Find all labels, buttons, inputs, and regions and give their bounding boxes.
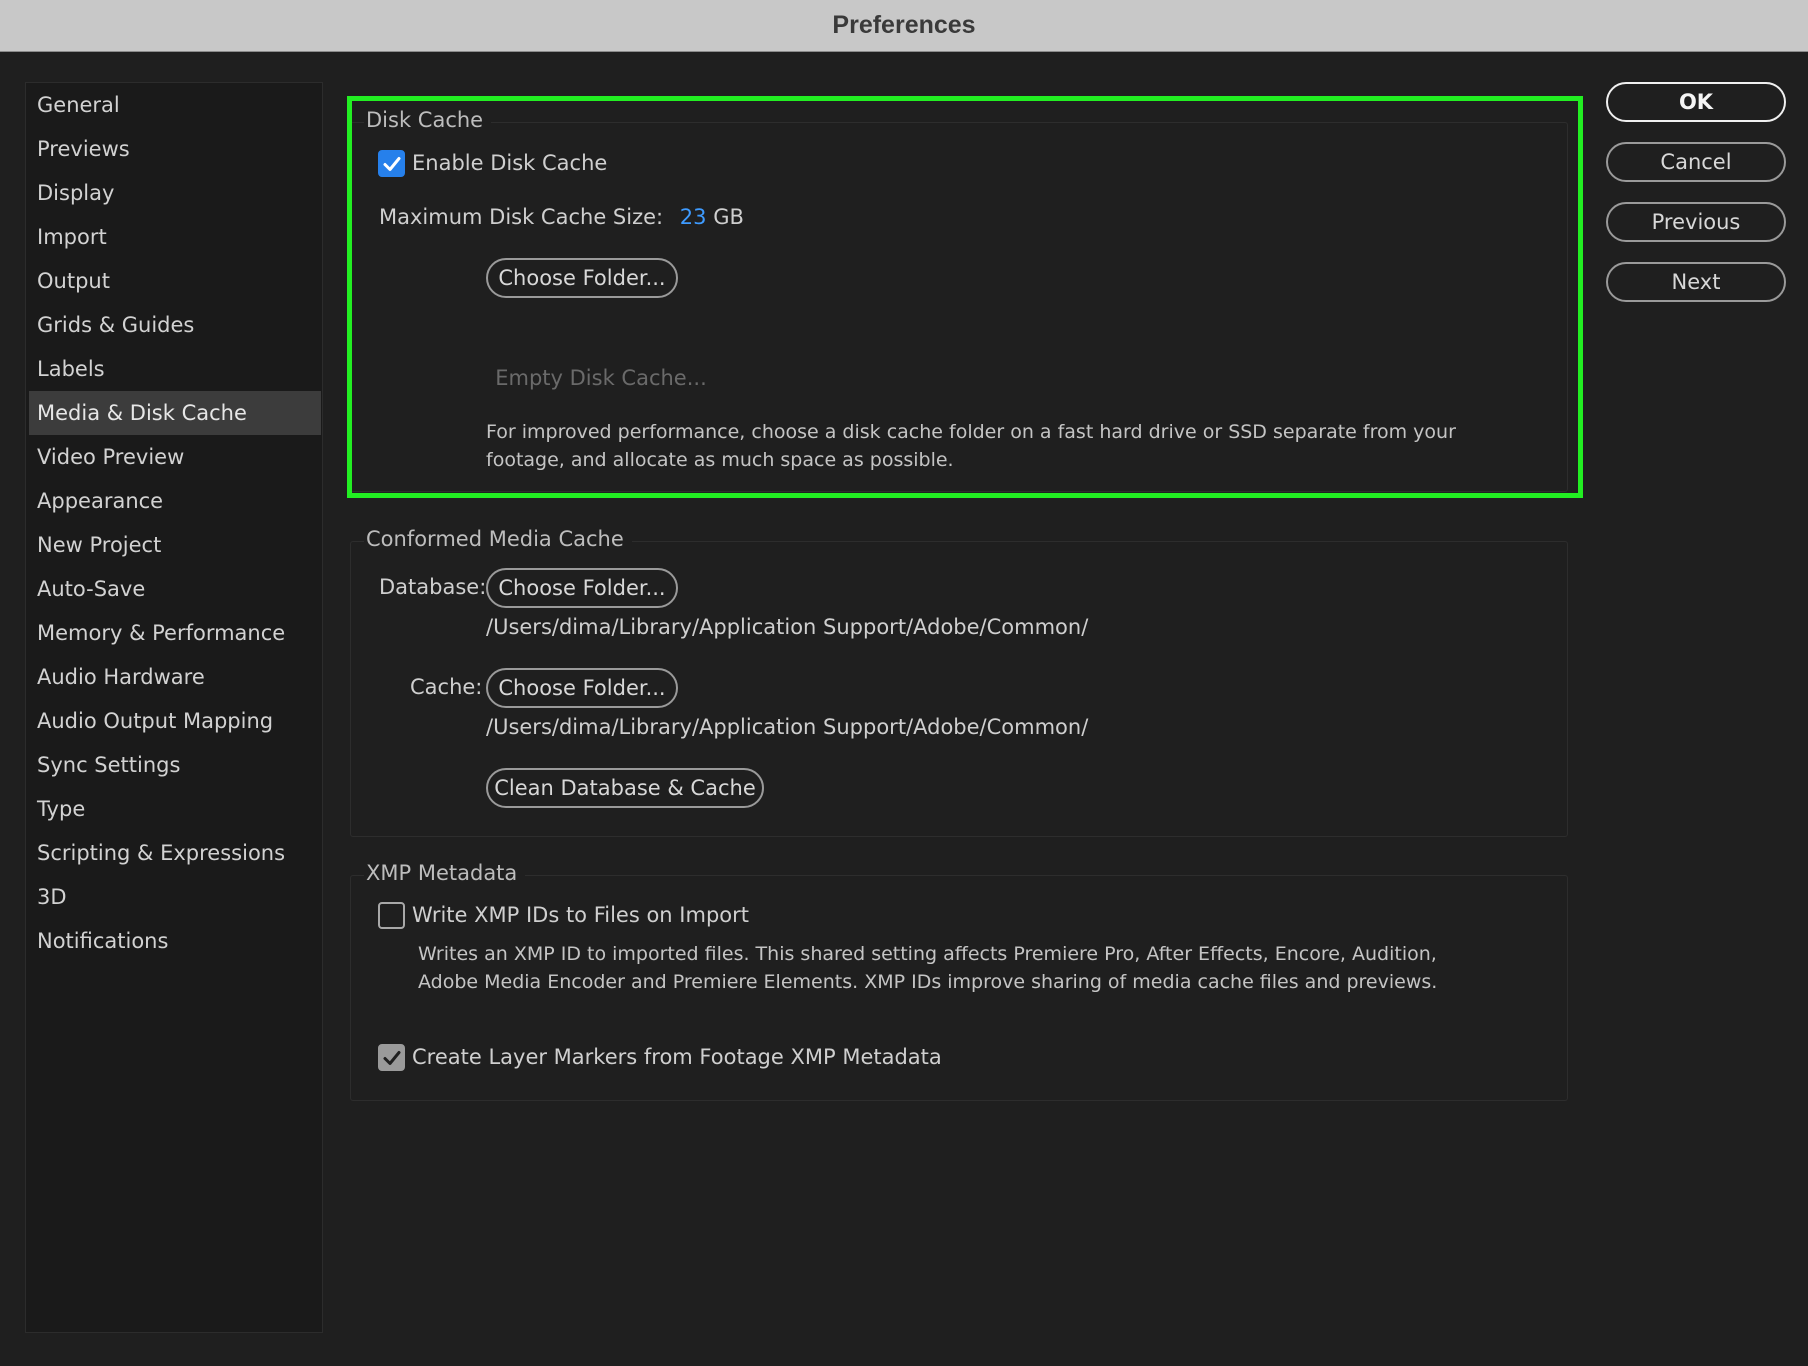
sidebar-item-media-disk-cache[interactable]: Media & Disk Cache <box>29 391 321 435</box>
previous-button[interactable]: Previous <box>1606 202 1786 242</box>
checkmark-icon <box>383 156 400 171</box>
cache-path: /Users/dima/Library/Application Support/… <box>486 715 1089 739</box>
write-xmp-ids-description: Writes an XMP ID to imported files. This… <box>418 943 1438 993</box>
cache-choose-folder-button[interactable]: Choose Folder... <box>486 668 678 708</box>
max-disk-cache-size: Maximum Disk Cache Size: 23 GB <box>379 205 744 229</box>
sidebar-item-memory-performance[interactable]: Memory & Performance <box>29 611 321 655</box>
database-label: Database: <box>379 575 487 599</box>
xmp-metadata-title: XMP Metadata <box>364 861 526 885</box>
sidebar-item-notifications[interactable]: Notifications <box>29 919 321 963</box>
write-xmp-ids-label: Write XMP IDs to Files on Import <box>412 903 749 927</box>
max-disk-cache-size-unit: GB <box>713 205 744 229</box>
empty-disk-cache-button[interactable]: Empty Disk Cache... <box>486 358 716 398</box>
database-choose-folder-button[interactable]: Choose Folder... <box>486 568 678 608</box>
sidebar-item-3d[interactable]: 3D <box>29 875 321 919</box>
sidebar-item-audio-output-mapping[interactable]: Audio Output Mapping <box>29 699 321 743</box>
sidebar-item-output[interactable]: Output <box>29 259 321 303</box>
cancel-button[interactable]: Cancel <box>1606 142 1786 182</box>
sidebar-item-general[interactable]: General <box>29 83 321 127</box>
enable-disk-cache-checkbox[interactable] <box>378 150 405 177</box>
sidebar-item-audio-hardware[interactable]: Audio Hardware <box>29 655 321 699</box>
disk-cache-description: For improved performance, choose a disk … <box>486 421 1456 471</box>
sidebar-item-import[interactable]: Import <box>29 215 321 259</box>
disk-cache-choose-folder-button[interactable]: Choose Folder... <box>486 258 678 298</box>
enable-disk-cache-label: Enable Disk Cache <box>412 151 608 175</box>
sidebar-item-appearance[interactable]: Appearance <box>29 479 321 523</box>
max-disk-cache-size-value[interactable]: 23 <box>680 205 707 229</box>
sidebar-item-sync-settings[interactable]: Sync Settings <box>29 743 321 787</box>
write-xmp-ids-checkbox[interactable] <box>378 902 405 929</box>
sidebar-item-display[interactable]: Display <box>29 171 321 215</box>
max-disk-cache-size-label: Maximum Disk Cache Size: <box>379 205 664 229</box>
sidebar-item-type[interactable]: Type <box>29 787 321 831</box>
conformed-media-cache-title: Conformed Media Cache <box>364 527 632 551</box>
disk-cache-title: Disk Cache <box>364 108 492 132</box>
next-button[interactable]: Next <box>1606 262 1786 302</box>
sidebar-item-auto-save[interactable]: Auto-Save <box>29 567 321 611</box>
ok-button[interactable]: OK <box>1606 82 1786 122</box>
sidebar-item-previews[interactable]: Previews <box>29 127 321 171</box>
sidebar-item-scripting-expressions[interactable]: Scripting & Expressions <box>29 831 321 875</box>
sidebar-item-new-project[interactable]: New Project <box>29 523 321 567</box>
database-path: /Users/dima/Library/Application Support/… <box>486 615 1089 639</box>
sidebar: General Previews Display Import Output G… <box>25 82 323 1333</box>
sidebar-item-video-preview[interactable]: Video Preview <box>29 435 321 479</box>
create-layer-markers-label: Create Layer Markers from Footage XMP Me… <box>412 1045 942 1069</box>
window-title: Preferences <box>832 11 976 39</box>
sidebar-item-labels[interactable]: Labels <box>29 347 321 391</box>
checkmark-icon <box>383 1050 400 1065</box>
sidebar-item-grids-guides[interactable]: Grids & Guides <box>29 303 321 347</box>
clean-database-cache-button[interactable]: Clean Database & Cache <box>486 768 764 808</box>
create-layer-markers-checkbox[interactable] <box>378 1044 405 1071</box>
cache-label: Cache: <box>410 675 483 699</box>
title-bar: Preferences <box>0 0 1808 52</box>
